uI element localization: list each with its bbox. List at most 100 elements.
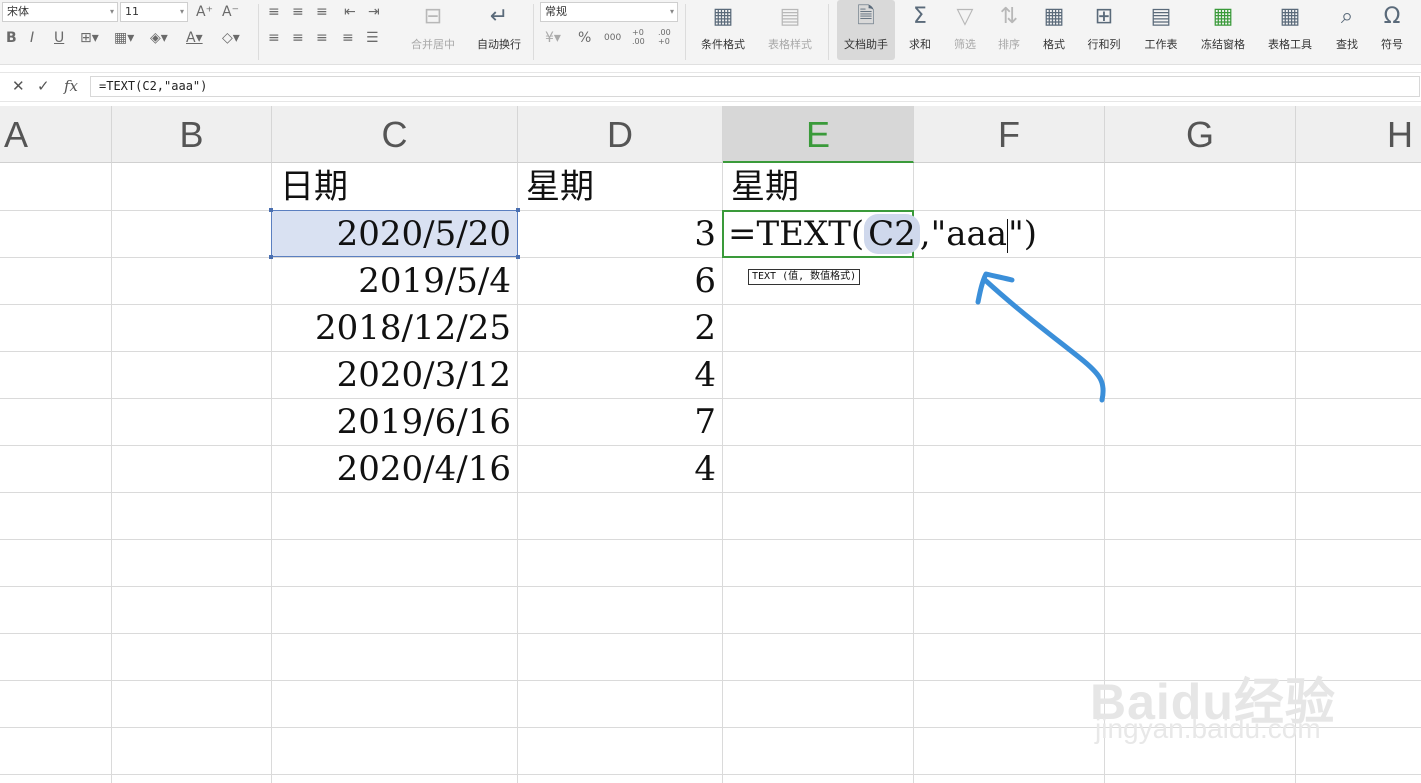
worksheet-label: 工作表 bbox=[1144, 38, 1178, 51]
sort-button[interactable]: ⇅ 排序 bbox=[988, 0, 1030, 60]
watermark-url: jingyan.baidu.com bbox=[1095, 713, 1321, 744]
font-name-select[interactable]: 宋体 ▾ bbox=[2, 2, 118, 22]
table-style-label: 表格样式 bbox=[768, 38, 812, 51]
annotation-arrow bbox=[975, 271, 1106, 403]
worksheet-icon: ▤ bbox=[1150, 4, 1172, 29]
column-header-f[interactable]: F bbox=[914, 106, 1105, 163]
font-size-select[interactable]: 11 ▾ bbox=[120, 2, 188, 22]
column-header-a[interactable]: A bbox=[0, 106, 112, 163]
column-header-g[interactable]: G bbox=[1105, 106, 1296, 163]
merge-icon: ⊟ bbox=[423, 4, 443, 29]
font-size-value: 11 bbox=[125, 5, 139, 18]
cell-d2[interactable]: 3 bbox=[518, 211, 722, 257]
currency-icon[interactable]: ¥▾ bbox=[545, 30, 561, 46]
sigma-icon: Σ bbox=[913, 4, 927, 29]
format-button[interactable]: ▦ 格式 bbox=[1034, 0, 1074, 60]
doc-assistant-label: 文档助手 bbox=[844, 38, 888, 51]
thousands-icon[interactable]: 000 bbox=[604, 30, 621, 46]
column-header-d[interactable]: D bbox=[518, 106, 723, 163]
underline-icon[interactable]: U bbox=[54, 30, 64, 46]
cell-d4[interactable]: 2 bbox=[518, 305, 722, 351]
formula-input[interactable]: =TEXT(C2,"aaa") bbox=[90, 76, 1420, 97]
clear-icon[interactable]: ◇▾ bbox=[222, 30, 240, 46]
align-bottom-icon[interactable]: ≡ bbox=[316, 4, 328, 20]
freeze-panes-button[interactable]: ▦ 冻结窗格 bbox=[1192, 0, 1254, 60]
number-format-select[interactable]: 常规 ▾ bbox=[540, 2, 678, 22]
conditional-format-button[interactable]: ▦ 条件格式 bbox=[692, 0, 754, 60]
align-right-icon[interactable]: ≡ bbox=[316, 30, 328, 46]
sum-button[interactable]: Σ 求和 bbox=[900, 0, 940, 60]
cell-d1[interactable]: 星期 bbox=[518, 164, 722, 210]
filter-icon: ▽ bbox=[956, 4, 974, 29]
cell-editor[interactable]: =TEXT(C2 ,"aaa") bbox=[728, 211, 1037, 257]
increase-font-icon[interactable]: A⁺ bbox=[196, 4, 213, 20]
align-middle-icon[interactable]: ≡ bbox=[292, 4, 304, 20]
cell-d3[interactable]: 6 bbox=[518, 258, 722, 304]
fill-color-icon[interactable]: ◈▾ bbox=[150, 30, 168, 46]
formula-closing-text: ") bbox=[1008, 214, 1037, 254]
find-button[interactable]: ⌕ 查找 bbox=[1326, 0, 1368, 60]
column-header-h[interactable]: H bbox=[1296, 106, 1421, 163]
bold-icon[interactable]: B bbox=[6, 30, 17, 46]
ribbon-toolbar: 宋体 ▾ 11 ▾ A⁺ A⁻ B I U ⊞▾ ▦▾ ◈▾ A▾ ◇▾ ≡ ≡ ≡… bbox=[0, 0, 1421, 65]
decrease-decimal-icon[interactable]: .00 +0 bbox=[658, 28, 680, 46]
cell-c3[interactable]: 2019/5/4 bbox=[272, 258, 517, 304]
justify-icon[interactable]: ≡ bbox=[342, 30, 354, 46]
align-center-icon[interactable]: ≡ bbox=[292, 30, 304, 46]
cell-c4[interactable]: 2018/12/25 bbox=[272, 305, 517, 351]
sum-label: 求和 bbox=[909, 38, 931, 51]
sort-icon: ⇅ bbox=[999, 4, 1019, 29]
indent-increase-icon[interactable]: ⇥ bbox=[368, 4, 380, 20]
cell-style-icon[interactable]: ▦▾ bbox=[114, 30, 134, 46]
worksheet-button[interactable]: ▤ 工作表 bbox=[1134, 0, 1188, 60]
merge-center-button[interactable]: ⊟ 合并居中 bbox=[400, 0, 466, 60]
cell-e1[interactable]: 星期 bbox=[723, 164, 913, 210]
cell-d5[interactable]: 4 bbox=[518, 352, 722, 398]
freeze-label: 冻结窗格 bbox=[1201, 38, 1245, 51]
cell-c7[interactable]: 2020/4/16 bbox=[272, 446, 517, 492]
indent-decrease-icon[interactable]: ⇤ bbox=[344, 4, 356, 20]
confirm-icon[interactable]: ✓ bbox=[37, 77, 50, 95]
column-header-b[interactable]: B bbox=[112, 106, 272, 163]
font-color-icon[interactable]: A▾ bbox=[186, 30, 203, 46]
border-icon[interactable]: ⊞▾ bbox=[80, 30, 99, 46]
decrease-font-icon[interactable]: A⁻ bbox=[222, 4, 239, 20]
search-icon: ⌕ bbox=[1340, 4, 1354, 29]
italic-icon[interactable]: I bbox=[30, 30, 34, 46]
formula-function-text: =TEXT( bbox=[728, 214, 865, 254]
cell-d7[interactable]: 4 bbox=[518, 446, 722, 492]
percent-icon[interactable]: % bbox=[578, 30, 591, 46]
increase-decimal-icon[interactable]: +0 .00 bbox=[632, 28, 654, 46]
filter-button[interactable]: ▽ 筛选 bbox=[944, 0, 986, 60]
freeze-icon: ▦ bbox=[1212, 4, 1234, 29]
wrap-text-button[interactable]: ↵ 自动换行 bbox=[470, 0, 528, 60]
table-style-button[interactable]: ▤ 表格样式 bbox=[758, 0, 822, 60]
cell-c1[interactable]: 日期 bbox=[272, 164, 517, 210]
insert-function-icon[interactable]: fx bbox=[64, 77, 78, 95]
column-header-c[interactable]: C bbox=[272, 106, 518, 163]
table-tools-button[interactable]: ▦ 表格工具 bbox=[1258, 0, 1322, 60]
symbol-button[interactable]: Ω 符号 bbox=[1372, 0, 1412, 60]
cell-c5[interactable]: 2020/3/12 bbox=[272, 352, 517, 398]
rows-cols-button[interactable]: ⊞ 行和列 bbox=[1078, 0, 1130, 60]
column-header-e[interactable]: E bbox=[723, 106, 914, 163]
formula-reference: C2 bbox=[864, 214, 920, 254]
formula-argument-text: ,"aaa bbox=[919, 214, 1008, 254]
find-label: 查找 bbox=[1336, 38, 1358, 51]
cancel-icon[interactable]: ✕ bbox=[12, 77, 25, 95]
doc-assistant-button[interactable]: 🗎 文档助手 bbox=[837, 0, 895, 60]
align-top-icon[interactable]: ≡ bbox=[268, 4, 280, 20]
symbol-label: 符号 bbox=[1381, 38, 1403, 51]
omega-icon: Ω bbox=[1383, 4, 1401, 29]
filter-label: 筛选 bbox=[954, 38, 976, 51]
wrap-icon: ↵ bbox=[489, 4, 509, 29]
cell-c6[interactable]: 2019/6/16 bbox=[272, 399, 517, 445]
cell-d6[interactable]: 7 bbox=[518, 399, 722, 445]
merge-label: 合并居中 bbox=[411, 38, 455, 51]
font-name-value: 宋体 bbox=[7, 5, 29, 18]
align-left-icon[interactable]: ≡ bbox=[268, 30, 280, 46]
number-format-value: 常规 bbox=[545, 5, 567, 18]
cell-c2[interactable]: 2020/5/20 bbox=[272, 211, 517, 257]
distribute-icon[interactable]: ☰ bbox=[366, 30, 379, 46]
function-tooltip: TEXT (值, 数值格式) bbox=[748, 269, 861, 285]
